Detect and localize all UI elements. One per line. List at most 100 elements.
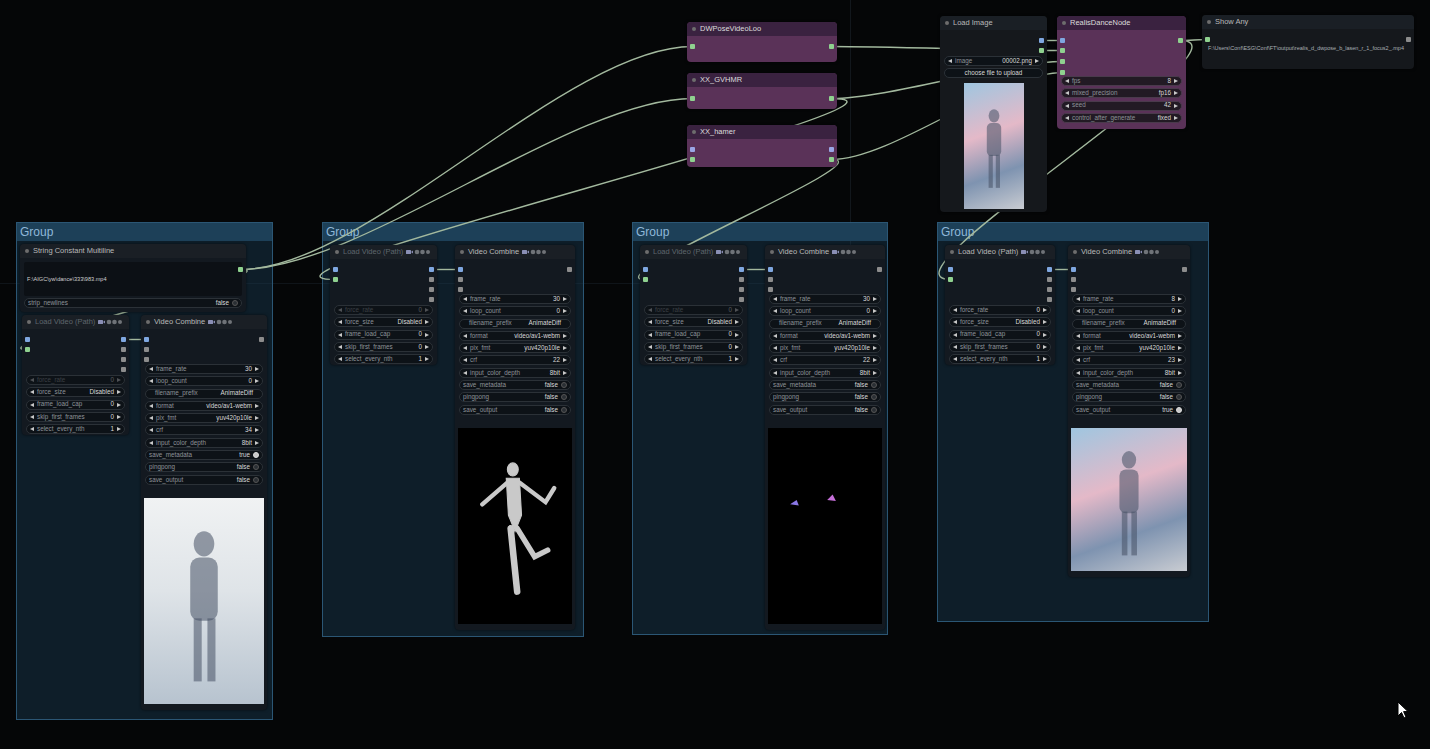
increment-arrow-icon[interactable] xyxy=(735,320,739,324)
output-port[interactable] xyxy=(877,267,882,272)
decrement-arrow-icon[interactable] xyxy=(1076,309,1080,313)
toggle-widget[interactable]: save_outputfalse xyxy=(459,405,571,415)
decrement-arrow-icon[interactable] xyxy=(149,367,153,371)
decrement-arrow-icon[interactable] xyxy=(338,320,342,324)
number-widget[interactable]: loop_count0 xyxy=(459,306,571,316)
increment-arrow-icon[interactable] xyxy=(425,333,429,337)
increment-arrow-icon[interactable] xyxy=(1043,357,1047,361)
output-port[interactable] xyxy=(121,337,126,342)
node-title-bar[interactable]: Load Image xyxy=(940,16,1047,30)
graph-node[interactable]: Load Video (Path)force_rate0force_sizeDi… xyxy=(640,245,747,365)
text-widget[interactable]: filename_prefixAnimateDiff xyxy=(145,389,263,399)
decrement-arrow-icon[interactable] xyxy=(648,357,652,361)
number-widget[interactable]: crf22 xyxy=(769,355,881,365)
increment-arrow-icon[interactable] xyxy=(563,346,567,350)
input-port[interactable] xyxy=(333,277,338,282)
output-port[interactable] xyxy=(1047,287,1052,292)
toggle-dot-icon[interactable] xyxy=(561,394,567,400)
toggle-dot-icon[interactable] xyxy=(1176,407,1182,413)
node-title-bar[interactable]: RealisDanceNode xyxy=(1057,16,1186,30)
group-title[interactable]: Group xyxy=(17,223,272,241)
graph-node[interactable]: Video Combineframe_rate30loop_count0file… xyxy=(141,315,267,710)
increment-arrow-icon[interactable] xyxy=(425,345,429,349)
graph-node[interactable]: RealisDanceNodefps8mixed_precisionfp16se… xyxy=(1057,16,1186,129)
graph-node[interactable]: XX_GVHMR xyxy=(687,73,837,109)
node-title-bar[interactable]: Load Video (Path) xyxy=(330,245,437,259)
combo-widget[interactable]: force_sizeDisabled xyxy=(334,317,433,327)
increment-arrow-icon[interactable] xyxy=(1035,59,1039,63)
group-title[interactable]: Group xyxy=(323,223,583,241)
increment-arrow-icon[interactable] xyxy=(563,309,567,313)
decrement-arrow-icon[interactable] xyxy=(773,371,777,375)
toggle-widget[interactable]: save_metadatafalse xyxy=(1072,380,1186,390)
graph-node[interactable]: Video Combineframe_rate8loop_count0filen… xyxy=(1068,245,1190,577)
node-title-bar[interactable]: Video Combine xyxy=(455,245,575,259)
output-port[interactable] xyxy=(429,277,434,282)
number-widget[interactable]: force_rate0 xyxy=(949,305,1051,315)
increment-arrow-icon[interactable] xyxy=(1178,371,1182,375)
increment-arrow-icon[interactable] xyxy=(255,404,259,408)
number-widget[interactable]: force_rate0 xyxy=(26,375,125,385)
input-port[interactable] xyxy=(948,267,953,272)
output-port[interactable] xyxy=(429,297,434,302)
increment-arrow-icon[interactable] xyxy=(1174,79,1178,83)
number-widget[interactable]: skip_first_frames0 xyxy=(644,342,743,352)
decrement-arrow-icon[interactable] xyxy=(773,346,777,350)
decrement-arrow-icon[interactable] xyxy=(30,403,34,407)
output-port[interactable] xyxy=(429,267,434,272)
input-port[interactable] xyxy=(1071,267,1076,272)
decrement-arrow-icon[interactable] xyxy=(463,334,467,338)
input-port[interactable] xyxy=(690,147,695,152)
output-port[interactable] xyxy=(567,267,572,272)
number-widget[interactable]: frame_rate8 xyxy=(1072,294,1186,304)
increment-arrow-icon[interactable] xyxy=(117,378,121,382)
increment-arrow-icon[interactable] xyxy=(873,309,877,313)
input-port[interactable] xyxy=(458,267,463,272)
combo-widget[interactable]: input_color_depth8bit xyxy=(459,368,571,378)
text-widget[interactable]: filename_prefixAnimateDiff xyxy=(459,319,571,329)
number-widget[interactable]: fps8 xyxy=(1061,76,1182,86)
decrement-arrow-icon[interactable] xyxy=(1065,79,1069,83)
group-title[interactable]: Group xyxy=(938,223,1208,241)
decrement-arrow-icon[interactable] xyxy=(149,416,153,420)
input-port[interactable] xyxy=(144,357,149,362)
decrement-arrow-icon[interactable] xyxy=(648,333,652,337)
collapse-dot-icon[interactable] xyxy=(146,320,150,324)
output-port[interactable] xyxy=(829,157,834,162)
output-port[interactable] xyxy=(739,287,744,292)
input-port[interactable] xyxy=(25,337,30,342)
decrement-arrow-icon[interactable] xyxy=(463,358,467,362)
combo-widget[interactable]: formatvideo/av1-webm xyxy=(459,331,571,341)
node-link[interactable] xyxy=(241,99,693,270)
toggle-dot-icon[interactable] xyxy=(253,452,259,458)
increment-arrow-icon[interactable] xyxy=(117,390,121,394)
text-widget[interactable]: filename_prefixAnimateDiff xyxy=(1072,319,1186,329)
node-title-bar[interactable]: Video Combine xyxy=(1068,245,1190,259)
toggle-dot-icon[interactable] xyxy=(232,300,238,306)
increment-arrow-icon[interactable] xyxy=(1043,308,1047,312)
input-port[interactable] xyxy=(768,267,773,272)
graph-node[interactable]: Load Imageimage00002.pngchoose file to u… xyxy=(940,16,1047,212)
decrement-arrow-icon[interactable] xyxy=(773,309,777,313)
node-title-bar[interactable]: XX_GVHMR xyxy=(687,73,837,87)
collapse-dot-icon[interactable] xyxy=(945,21,949,25)
input-port[interactable] xyxy=(144,347,149,352)
decrement-arrow-icon[interactable] xyxy=(338,308,342,312)
decrement-arrow-icon[interactable] xyxy=(953,333,957,337)
input-port[interactable] xyxy=(458,277,463,282)
toggle-widget[interactable]: pingpongfalse xyxy=(145,462,263,472)
increment-arrow-icon[interactable] xyxy=(425,357,429,361)
decrement-arrow-icon[interactable] xyxy=(338,357,342,361)
input-port[interactable] xyxy=(458,287,463,292)
input-port[interactable] xyxy=(1205,37,1210,42)
increment-arrow-icon[interactable] xyxy=(1178,334,1182,338)
text-field[interactable]: F:\AIGC\yw\dance\333\983.mp4 xyxy=(24,262,242,296)
node-title-bar[interactable]: Show Any xyxy=(1202,15,1414,29)
toggle-dot-icon[interactable] xyxy=(1176,382,1182,388)
collapse-dot-icon[interactable] xyxy=(25,249,29,253)
number-widget[interactable]: frame_load_cap0 xyxy=(949,330,1051,340)
increment-arrow-icon[interactable] xyxy=(1178,358,1182,362)
input-port[interactable] xyxy=(643,277,648,282)
increment-arrow-icon[interactable] xyxy=(117,427,121,431)
increment-arrow-icon[interactable] xyxy=(255,428,259,432)
